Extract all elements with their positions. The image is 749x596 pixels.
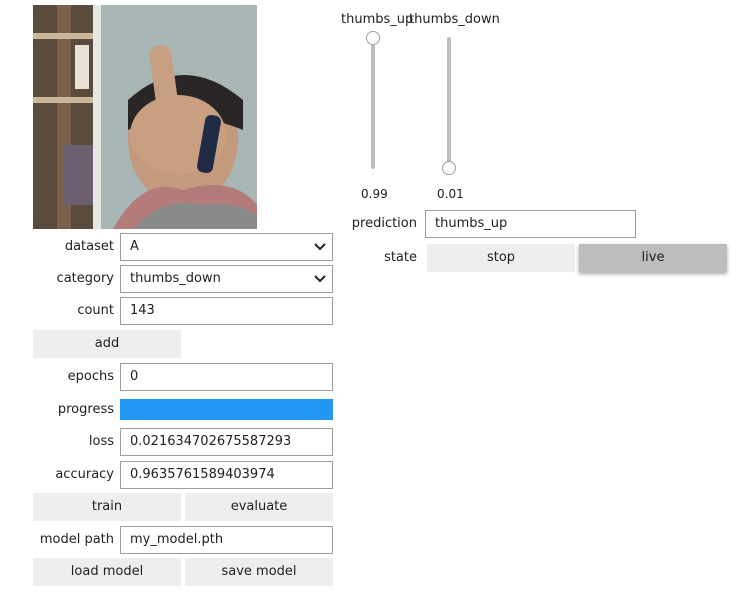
save-model-button[interactable]: save model [185,558,333,586]
count-field[interactable]: 143 [120,297,333,325]
thumbs-up-slider-track [371,37,375,169]
count-label: count [77,303,114,318]
thumbs-up-slider-handle[interactable] [366,31,380,46]
dataset-select[interactable]: A [120,233,333,261]
load-model-button[interactable]: load model [33,558,181,586]
epochs-field[interactable]: 0 [120,363,333,391]
prediction-label: prediction [351,216,417,231]
dataset-label: dataset [64,239,114,254]
train-button[interactable]: train [33,493,181,521]
thumbs-up-slider[interactable] [366,30,380,176]
camera-preview-image [33,5,257,229]
slider-title-thumbs-up: thumbs_up [341,12,414,27]
category-select[interactable]: thumbs_down [120,265,333,293]
progress-bar-fill [120,399,333,420]
slider-title-thumbs-down: thumbs_down [409,12,500,27]
live-button[interactable]: live [579,244,727,272]
stop-button[interactable]: stop [427,244,575,272]
category-label: category [56,271,114,286]
model-path-field[interactable]: my_model.pth [120,526,333,554]
state-label: state [384,250,417,265]
epochs-label: epochs [67,369,114,384]
prediction-field[interactable]: thumbs_up [425,210,636,238]
loss-label: loss [88,434,114,449]
camera-preview [33,5,257,229]
accuracy-label: accuracy [55,467,114,482]
progress-label: progress [57,402,114,417]
add-button[interactable]: add [33,330,181,358]
thumbs-down-slider-track [447,37,451,169]
evaluate-button[interactable]: evaluate [185,493,333,521]
dataset-value: A [130,239,139,254]
thumbs-down-slider[interactable] [442,30,456,176]
thumbs-up-value: 0.99 [361,187,388,201]
thumbs-down-value: 0.01 [437,187,464,201]
model-path-label: model path [39,532,114,547]
thumbs-down-slider-handle[interactable] [442,160,456,175]
category-value: thumbs_down [130,271,221,286]
progress-bar [120,399,333,420]
chevron-down-icon [314,243,326,251]
loss-field[interactable]: 0.021634702675587293 [120,428,333,456]
accuracy-field[interactable]: 0.9635761589403974 [120,461,333,489]
chevron-down-icon [314,275,326,283]
